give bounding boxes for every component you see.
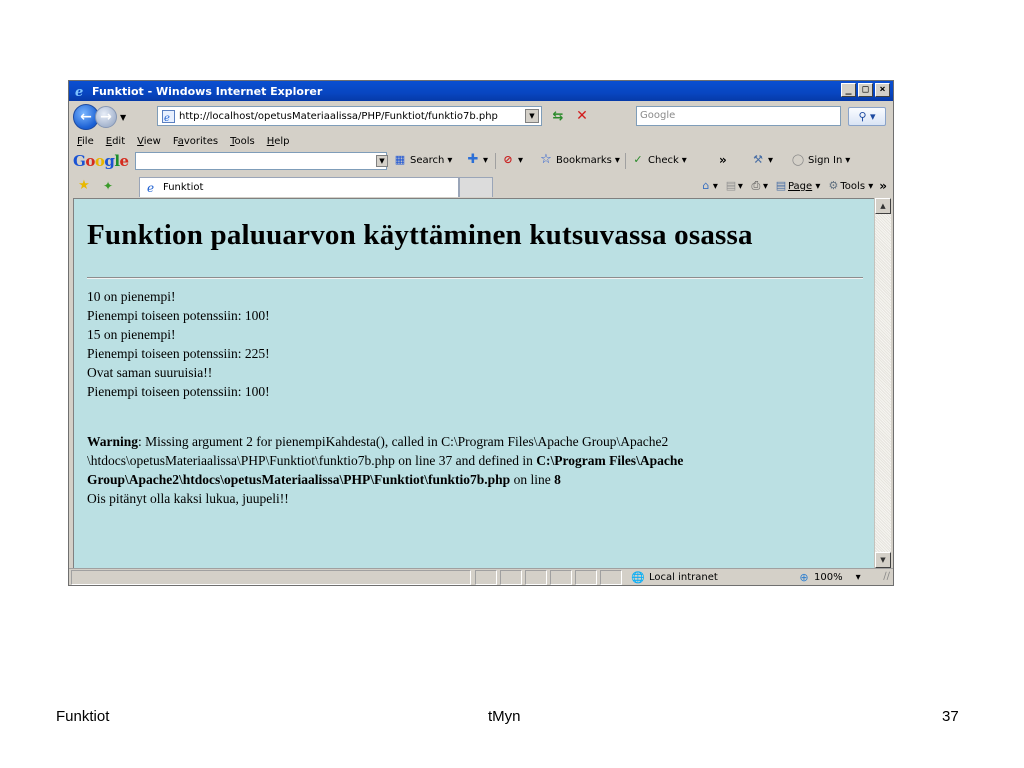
menu-help[interactable]: Help: [267, 136, 290, 147]
recent-pages-dropdown[interactable]: ▼: [120, 113, 126, 122]
new-tab-button[interactable]: [459, 177, 493, 197]
tab-funktiot[interactable]: e Funktiot: [139, 177, 459, 197]
home-button[interactable]: ⌂ ▾: [699, 179, 718, 193]
title-bar[interactable]: e Funktiot - Windows Internet Explorer _…: [69, 81, 893, 101]
scroll-up-button[interactable]: ▲: [875, 198, 891, 214]
menu-file[interactable]: File: [77, 136, 94, 147]
page-content: Funktion paluuarvon käyttäminen kutsuvas…: [73, 198, 874, 568]
page-icon: ▤: [775, 179, 787, 192]
browser-window: e Funktiot - Windows Internet Explorer _…: [68, 80, 894, 586]
user-circle-icon: ◯: [791, 153, 805, 166]
footer-center: tMyn: [488, 708, 521, 725]
google-logo: Google: [73, 152, 129, 170]
resize-grip-icon[interactable]: ∕∕: [883, 571, 890, 582]
horizontal-rule: [87, 277, 863, 279]
add-favorite-icon[interactable]: ✦: [101, 179, 115, 193]
spell-check-icon: ✓: [633, 153, 643, 166]
status-bar: 🌐 Local intranet ⊕ 100% ▾ ∕∕: [69, 568, 893, 585]
address-url: http://localhost/opetusMateriaalissa/PHP…: [179, 110, 498, 122]
page-menu-button[interactable]: ▤ Page ▾: [774, 179, 821, 193]
output-line: Pienempi toiseen potenssiin: 100!: [87, 384, 270, 399]
address-dropdown[interactable]: ▼: [525, 109, 539, 123]
search-button[interactable]: ⚲ ▾: [848, 107, 886, 126]
close-button[interactable]: ×: [875, 83, 890, 97]
output-lines: 10 on pienempi! Pienempi toiseen potenss…: [87, 287, 270, 401]
address-bar[interactable]: e http://localhost/opetusMateriaalissa/P…: [157, 106, 542, 126]
tab-label: Funktiot: [163, 182, 204, 193]
scroll-down-button[interactable]: ▼: [875, 552, 891, 568]
search-input[interactable]: Google: [636, 106, 841, 126]
status-text-cell: [71, 570, 471, 585]
plus-icon: ✚: [467, 152, 479, 167]
svg-text:e: e: [164, 113, 170, 123]
forward-button[interactable]: →: [95, 106, 117, 128]
menu-tools[interactable]: Tools: [230, 136, 255, 147]
page-heading: Funktion paluuarvon käyttäminen kutsuvas…: [87, 219, 753, 251]
home-icon: ⌂: [702, 179, 710, 192]
stop-icon[interactable]: ✕: [573, 108, 591, 124]
google-search-input[interactable]: [135, 152, 387, 170]
page-icon: e: [161, 109, 175, 123]
more-tools-button[interactable]: »: [719, 153, 727, 167]
address-toolbar: ← → ▼ e http://localhost/opetusMateriaal…: [69, 102, 893, 132]
print-button[interactable]: ⎙ ▾: [749, 179, 768, 193]
blocked-icon: ⊘: [503, 153, 513, 166]
ie-tab-icon: e: [146, 181, 159, 194]
bookmarks-button[interactable]: ☆ Bookmarks ▾: [539, 153, 620, 167]
plus-button[interactable]: ✚ ▾: [466, 153, 488, 167]
tools-menu-button[interactable]: ⚙ Tools ▾: [826, 179, 873, 193]
forward-arrow-icon: →: [100, 109, 112, 125]
spell-check-button[interactable]: ✓ Check ▾: [631, 153, 686, 167]
google-toolbar: Google ▼ ▦ Search ▾ ✚ ▾ ⊘ ▾ ☆ Bookmarks ▾ ✓ …: [69, 149, 893, 173]
printer-icon: ⎙: [751, 179, 761, 192]
back-arrow-icon: ←: [80, 109, 92, 125]
favorites-star-icon[interactable]: ★: [77, 179, 91, 193]
output-last-line: Ois pitänyt olla kaksi lukua, juupeli!!: [87, 491, 289, 506]
output-line: Pienempi toiseen potenssiin: 225!: [87, 346, 270, 361]
popup-blocker-button[interactable]: ⊘ ▾: [501, 153, 523, 167]
footer-left: Funktiot: [56, 708, 110, 725]
ie-logo-icon: e: [74, 84, 88, 98]
php-warning: Warning: Missing argument 2 for pienempi…: [87, 432, 847, 508]
maximize-button[interactable]: □: [858, 83, 873, 97]
output-line: 10 on pienempi!: [87, 289, 176, 304]
zoom-icon: ⊕: [799, 570, 809, 584]
output-line: 15 on pienempi!: [87, 327, 176, 342]
refresh-icon[interactable]: ⇆: [549, 108, 567, 124]
svg-text:e: e: [75, 85, 83, 98]
google-search-button[interactable]: ▦ Search ▾: [393, 153, 453, 167]
star-icon: ☆: [540, 152, 552, 167]
tab-row: ★ ✦ e Funktiot ⌂ ▾ ▤ ▾ ⎙ ▾ ▤ Page ▾ ⚙ Tools ▾…: [69, 175, 893, 197]
security-zone[interactable]: 🌐 Local intranet: [631, 570, 718, 585]
output-line: Pienempi toiseen potenssiin: 100!: [87, 308, 270, 323]
minimize-button[interactable]: _: [841, 83, 856, 97]
menu-edit[interactable]: Edit: [106, 136, 125, 147]
wrench-icon: ⚒: [753, 153, 763, 166]
menu-bar: File Edit View Favorites Tools Help: [69, 133, 893, 149]
google-search-dropdown[interactable]: ▼: [376, 155, 388, 167]
gear-icon: ⚙: [828, 179, 839, 192]
sign-in-button[interactable]: ◯ Sign In ▾: [791, 153, 850, 167]
zoom-control[interactable]: ⊕ 100% ▾: [797, 570, 860, 585]
menu-favorites[interactable]: Favorites: [173, 136, 218, 147]
more-commands-button[interactable]: »: [879, 179, 887, 193]
warning-label: Warning: [87, 434, 139, 449]
feeds-button[interactable]: ▤ ▾: [724, 179, 743, 193]
menu-view[interactable]: View: [137, 136, 161, 147]
vertical-scrollbar[interactable]: ▲ ▼: [874, 198, 891, 568]
svg-text:e: e: [147, 181, 154, 194]
rss-icon: ▤: [725, 179, 737, 192]
settings-button[interactable]: ⚒ ▾: [751, 153, 773, 167]
magnifier-icon: ⚲: [858, 110, 867, 123]
slide-number: 37: [942, 708, 959, 725]
google-search-icon: ▦: [394, 153, 406, 166]
warning-line: 8: [554, 472, 561, 487]
intranet-globe-icon: 🌐: [631, 570, 645, 584]
output-line: Ovat saman suuruisia!!: [87, 365, 213, 380]
window-title: Funktiot - Windows Internet Explorer: [92, 84, 323, 98]
